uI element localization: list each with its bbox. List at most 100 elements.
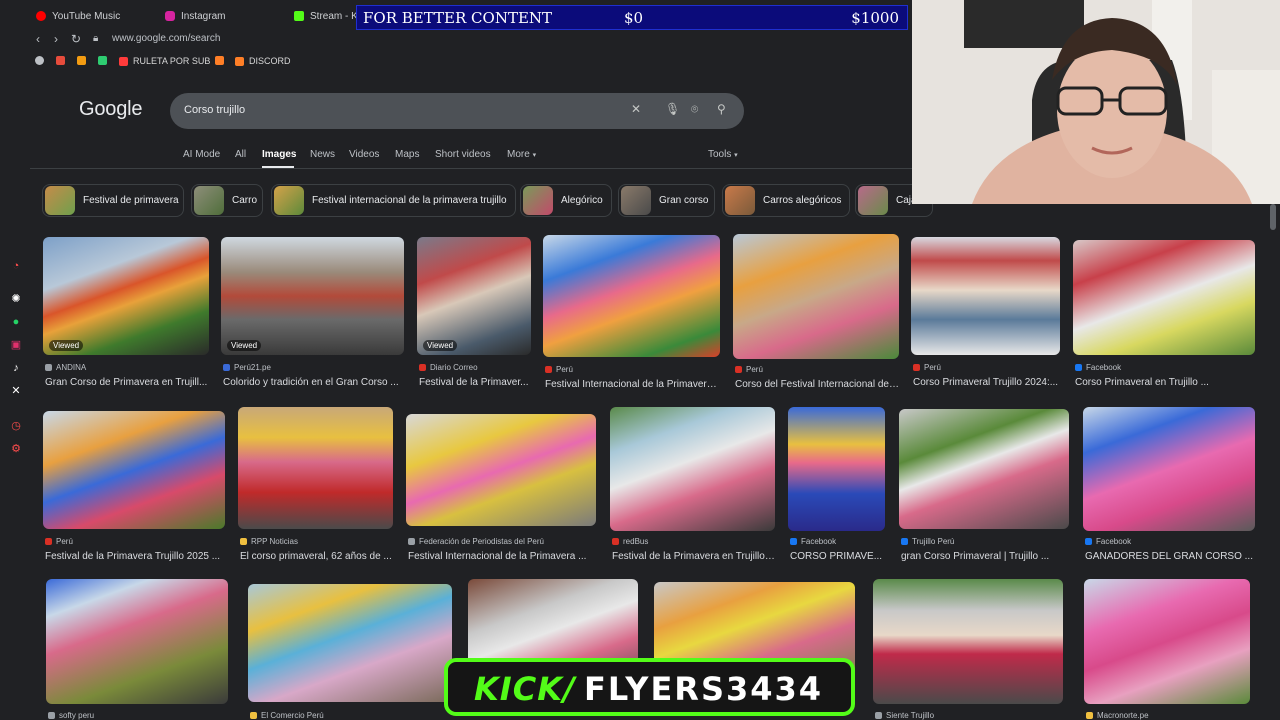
page-scrollbar[interactable]: [1270, 204, 1276, 230]
result-title[interactable]: CORSO PRIMAVE...: [790, 551, 885, 562]
image-result[interactable]: Viewed ANDINA Gran Corso de Primavera en…: [43, 237, 209, 397]
image-result[interactable]: softy peru: [46, 579, 228, 720]
source-label: Diario Correo: [430, 363, 478, 372]
bookmark-heart[interactable]: [56, 56, 70, 65]
result-title[interactable]: Festival de la Primavera en Trujillo ...: [612, 551, 775, 562]
result-title[interactable]: Gran Corso de Primavera en Trujill...: [45, 377, 209, 388]
aria-icon[interactable]: ◔: [10, 260, 22, 272]
result-image[interactable]: [248, 584, 452, 702]
goal-text: FOR BETTER CONTENT: [363, 9, 553, 27]
result-title[interactable]: Corso Primaveral en Trujillo ...: [1075, 377, 1255, 388]
bookmark-cloud[interactable]: [35, 56, 49, 65]
filter-more[interactable]: More ▾: [507, 149, 536, 160]
result-title[interactable]: Colorido y tradición en el Gran Corso ..…: [223, 377, 403, 388]
result-title[interactable]: Festival de la Primavera Trujillo 2025 .…: [45, 551, 225, 562]
trujillo-favicon: [901, 538, 908, 545]
image-result[interactable]: Perú Corso Primaveral Trujillo 2024:...: [911, 237, 1060, 397]
result-image[interactable]: [1073, 240, 1255, 355]
image-result[interactable]: Perú Festival de la Primavera Trujillo 2…: [43, 411, 225, 571]
facebook-favicon: [1075, 364, 1082, 371]
tab-youtube-music[interactable]: YouTube Music: [36, 7, 120, 25]
result-title[interactable]: gran Corso Primaveral | Trujillo ...: [901, 551, 1069, 562]
bookmark-discord[interactable]: DISCORD: [235, 56, 291, 66]
image-result[interactable]: Trujillo Perú gran Corso Primaveral | Tr…: [899, 409, 1069, 571]
bookmark-3[interactable]: [77, 56, 91, 65]
address-field[interactable]: www.google.com/search: [112, 33, 220, 44]
filter-maps[interactable]: Maps: [395, 149, 419, 160]
image-result[interactable]: Viewed Diario Correo Festival de la Prim…: [417, 237, 531, 397]
image-result[interactable]: El Comercio Perú: [248, 584, 452, 720]
search-box[interactable]: Corso trujillo ✕ 🎙︎ ⌾ ⚲: [170, 93, 744, 129]
result-title[interactable]: Corso Primaveral Trujillo 2024:...: [913, 377, 1060, 388]
chip-festival-internacional[interactable]: Festival internacional de la primavera t…: [271, 184, 516, 217]
search-icon[interactable]: ⚲: [717, 102, 726, 116]
result-image[interactable]: [1084, 579, 1250, 704]
google-logo[interactable]: Google: [79, 98, 142, 121]
result-image[interactable]: [733, 234, 899, 359]
image-result[interactable]: Federación de Periodistas del Perú Festi…: [406, 414, 596, 571]
more-label: More: [507, 149, 530, 160]
settings-icon[interactable]: ⚙: [10, 443, 22, 455]
result-image[interactable]: [873, 579, 1063, 704]
history-icon[interactable]: ◷: [10, 420, 22, 432]
result-title[interactable]: Festival Internacional de la Primavera .…: [408, 551, 596, 562]
result-title[interactable]: GANADORES DEL GRAN CORSO ...: [1085, 551, 1255, 562]
filter-images[interactable]: Images: [262, 149, 296, 160]
tools-button[interactable]: Tools ▾: [708, 149, 738, 160]
result-title[interactable]: Corso del Festival Internacional de ...: [735, 379, 899, 390]
result-image[interactable]: Viewed: [221, 237, 404, 355]
result-title[interactable]: Festival de la Primaver...: [419, 377, 531, 388]
result-image[interactable]: [911, 237, 1060, 355]
result-image[interactable]: [46, 579, 228, 704]
forward-icon[interactable]: ›: [54, 32, 58, 46]
image-result[interactable]: Perú Corso del Festival Internacional de…: [733, 234, 899, 397]
result-title[interactable]: El corso primaveral, 62 años de ...: [240, 551, 393, 562]
chip-carro[interactable]: Carro: [191, 184, 263, 217]
whatsapp-icon[interactable]: ●: [10, 316, 22, 328]
result-image[interactable]: [406, 414, 596, 526]
filter-short-videos[interactable]: Short videos: [435, 149, 491, 160]
microphone-icon[interactable]: 🎙︎: [665, 102, 680, 116]
chatgpt-icon[interactable]: ✺: [10, 293, 22, 305]
filter-news[interactable]: News: [310, 149, 335, 160]
reload-icon[interactable]: ↻: [71, 32, 81, 46]
result-image[interactable]: Viewed: [43, 237, 209, 355]
result-image[interactable]: [43, 411, 225, 529]
image-result[interactable]: Facebook CORSO PRIMAVE...: [788, 407, 885, 571]
image-result[interactable]: redBus Festival de la Primavera en Truji…: [610, 407, 775, 571]
result-image[interactable]: [543, 235, 720, 357]
filter-ai-mode[interactable]: AI Mode: [183, 149, 220, 160]
chip-alegorico[interactable]: Alegórico: [520, 184, 612, 217]
image-result[interactable]: Macronorte.pe: [1084, 579, 1250, 720]
tab-instagram[interactable]: Instagram: [165, 7, 225, 25]
filter-videos[interactable]: Videos: [349, 149, 379, 160]
tiktok-icon[interactable]: ♪: [10, 362, 22, 374]
bookmark-ruleta[interactable]: RULETA POR SUB: [119, 56, 210, 66]
filter-all[interactable]: All: [235, 149, 246, 160]
image-result[interactable]: Siente Trujillo: [873, 579, 1063, 720]
chip-carros-alegoricos[interactable]: Carros alegóricos: [722, 184, 850, 217]
instagram-icon[interactable]: ▣: [10, 339, 22, 351]
bookmark-4[interactable]: [98, 56, 112, 65]
image-result[interactable]: Perú Festival Internacional de la Primav…: [543, 235, 720, 397]
result-image[interactable]: [1083, 407, 1255, 531]
clear-icon[interactable]: ✕: [631, 102, 641, 116]
x-icon[interactable]: ✕: [10, 385, 22, 397]
image-result[interactable]: Facebook GANADORES DEL GRAN CORSO ...: [1083, 407, 1255, 571]
result-image[interactable]: [610, 407, 775, 531]
result-image[interactable]: Viewed: [417, 237, 531, 355]
source-label: Trujillo Perú: [912, 537, 955, 546]
image-result[interactable]: Viewed Perú21.pe Colorido y tradición en…: [221, 237, 404, 397]
result-image[interactable]: [899, 409, 1069, 529]
result-image[interactable]: [238, 407, 393, 529]
image-result[interactable]: Facebook Corso Primaveral en Trujillo ..…: [1073, 240, 1255, 397]
image-result[interactable]: RPP Noticias El corso primaveral, 62 año…: [238, 407, 393, 571]
result-title[interactable]: Festival Internacional de la Primavera..…: [545, 379, 720, 390]
back-icon[interactable]: ‹: [36, 32, 40, 46]
bookmark-6[interactable]: [215, 56, 229, 65]
search-input[interactable]: Corso trujillo: [184, 104, 245, 116]
chip-festival-de-primavera[interactable]: Festival de primavera: [42, 184, 184, 217]
chip-gran-corso[interactable]: Gran corso: [618, 184, 715, 217]
lens-icon[interactable]: ⌾: [691, 102, 698, 117]
result-image[interactable]: [788, 407, 885, 531]
